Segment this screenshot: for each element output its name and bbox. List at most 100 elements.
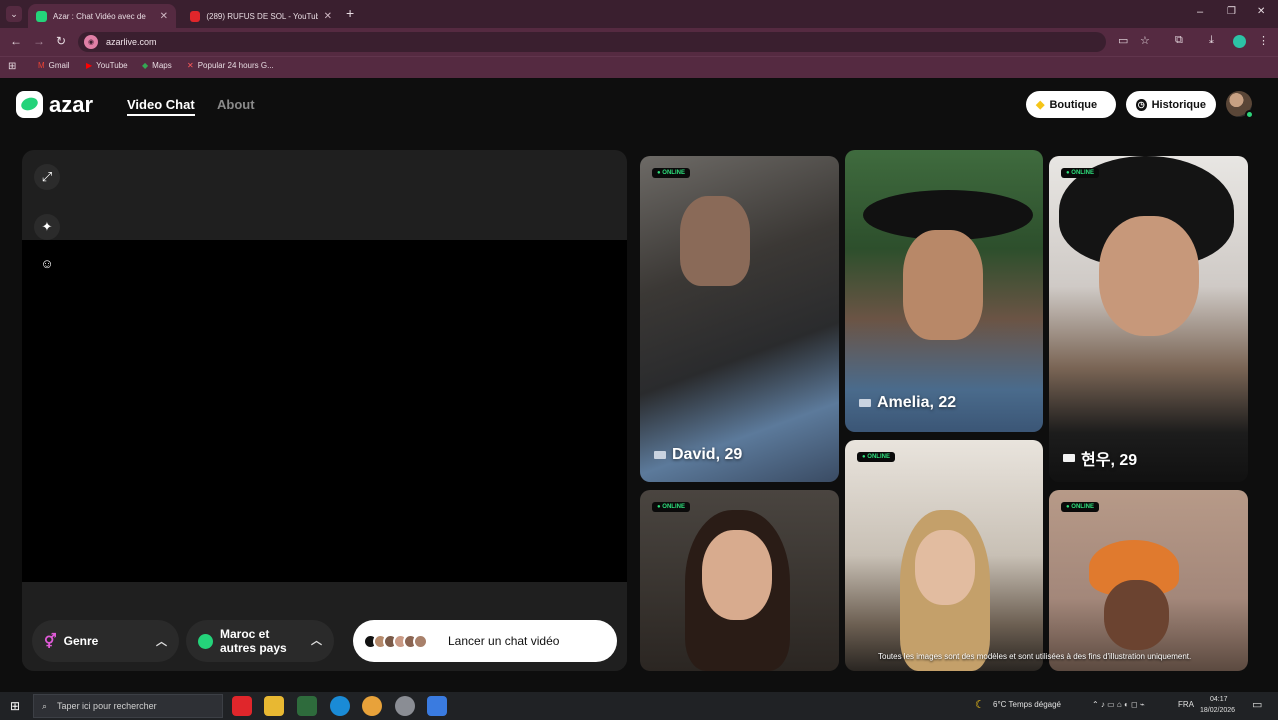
bookmark-label: Maps xyxy=(152,61,172,70)
chevron-up-icon: ︿ xyxy=(156,636,167,648)
genre-label: Genre xyxy=(63,634,99,648)
azar-logo[interactable]: azar xyxy=(16,91,93,118)
gmail-icon: M xyxy=(38,61,45,70)
profile-name: 현우, 29 xyxy=(1063,446,1137,470)
face-shape xyxy=(1104,580,1169,650)
nav-video-chat[interactable]: Video Chat xyxy=(127,97,195,116)
bookmark-label: Popular 24 hours G... xyxy=(197,61,274,70)
genre-filter-button[interactable]: ⚥ Genre ︿ xyxy=(32,620,179,662)
person-silhouette xyxy=(1099,216,1199,336)
globe-icon xyxy=(198,633,213,649)
nav-about[interactable]: About xyxy=(217,97,255,112)
logo-text: azar xyxy=(49,91,94,117)
close-tab-icon[interactable]: ✕ xyxy=(324,11,332,22)
app-icon[interactable] xyxy=(395,696,415,716)
profile-name-text: Amelia, 22 xyxy=(877,394,957,411)
start-video-chat-button[interactable]: Lancer un chat vidéo xyxy=(353,620,617,662)
tab-youtube[interactable]: (289) RUFUS DE SOL - YouTube ✕ xyxy=(182,4,340,28)
popular-icon: ✕ xyxy=(187,61,194,70)
windows-start-icon[interactable]: ⊞ xyxy=(10,699,20,713)
chevron-up-icon: ︿ xyxy=(311,635,322,647)
edge-browser-icon[interactable] xyxy=(330,696,350,716)
clock-icon: ◷ xyxy=(1136,98,1147,111)
download-icon[interactable]: ⤓ xyxy=(1209,34,1214,47)
profile-card-4: ● ONLINE xyxy=(640,490,839,671)
app-icon[interactable] xyxy=(427,696,447,716)
address-bar[interactable]: ◉ azarlive.com xyxy=(78,32,1106,52)
profile-icon[interactable] xyxy=(1233,35,1246,48)
local-video-area xyxy=(22,240,627,582)
close-window-button[interactable]: ✕ xyxy=(1257,6,1265,17)
kr-flag-icon xyxy=(1063,454,1075,462)
bookmark-popular[interactable]: ✕ Popular 24 hours G... xyxy=(187,61,274,70)
online-badge: ● ONLINE xyxy=(652,502,690,512)
notification-icon[interactable]: ▭ xyxy=(1252,698,1262,711)
bookmark-youtube[interactable]: ▶ YouTube xyxy=(86,61,128,70)
profile-name-text: 현우, 29 xyxy=(1081,452,1138,469)
cast-icon[interactable]: ▭ xyxy=(1118,34,1128,47)
face-filter-icon[interactable]: ☺ xyxy=(34,250,60,276)
language-indicator[interactable]: FRA xyxy=(1178,700,1194,709)
expand-icon[interactable]: ⤢ xyxy=(34,164,60,190)
face-avatar-icon xyxy=(413,633,428,649)
bookmark-gmail[interactable]: M Gmail xyxy=(38,61,70,70)
online-badge-text: ONLINE xyxy=(1071,170,1094,176)
youtube-app-icon[interactable] xyxy=(232,696,252,716)
disclaimer-text: Toutes les images sont des modèles et so… xyxy=(878,652,1192,661)
us-flag-icon xyxy=(859,399,871,407)
magic-wand-icon[interactable]: ✦ xyxy=(34,214,60,240)
new-tab-button[interactable]: + xyxy=(346,5,354,21)
bookmark-star-icon[interactable]: ☆ xyxy=(1140,34,1150,47)
forward-icon[interactable]: → xyxy=(33,34,45,48)
tab-search-icon[interactable]: ⌄ xyxy=(6,6,22,22)
clock-date[interactable]: 18/02/2026 xyxy=(1200,707,1235,714)
historique-label: Historique xyxy=(1151,98,1206,111)
tab-title: (289) RUFUS DE SOL - YouTube xyxy=(206,11,318,21)
online-dot-icon xyxy=(1245,110,1254,119)
online-badge: ● ONLINE xyxy=(1061,502,1099,512)
chrome-browser-icon[interactable] xyxy=(362,696,382,716)
maps-icon: ◆ xyxy=(142,61,149,70)
face-shape xyxy=(702,530,772,620)
online-badge-text: ONLINE xyxy=(662,170,685,176)
tab-azar[interactable]: Azar : Chat Vidéo avec de ✕ xyxy=(28,4,176,28)
person-silhouette xyxy=(680,196,750,286)
start-video-chat-label: Lancer un chat vidéo xyxy=(448,634,560,648)
country-filter-button[interactable]: Maroc et autres pays ︿ xyxy=(186,620,334,662)
user-avatar[interactable] xyxy=(1226,91,1254,119)
online-badge: ● ONLINE xyxy=(652,168,690,178)
reload-icon[interactable]: ↻ xyxy=(56,34,66,48)
minimize-button[interactable]: – xyxy=(1197,6,1203,18)
profile-name: David, 29 xyxy=(654,446,742,464)
weather-icon: ☾ xyxy=(975,699,985,711)
site-info-icon[interactable]: ◉ xyxy=(84,35,98,49)
apps-icon[interactable]: ⊞ xyxy=(8,61,16,72)
taskbar-search[interactable]: ⌕ Taper ici pour rechercher xyxy=(33,694,223,718)
url-text: azarlive.com xyxy=(106,37,157,47)
clock-time[interactable]: 04:17 xyxy=(1210,696,1228,703)
profile-name: Amelia, 22 xyxy=(859,394,956,412)
profile-card-david: ● ONLINE David, 29 xyxy=(640,156,839,482)
genre-icon: ⚥ xyxy=(44,632,57,649)
restore-button[interactable]: ❐ xyxy=(1227,6,1236,17)
online-badge-text: ONLINE xyxy=(867,454,890,460)
close-tab-icon[interactable]: ✕ xyxy=(160,11,168,22)
bookmark-maps[interactable]: ◆ Maps xyxy=(142,61,172,70)
menu-icon[interactable]: ⋮ xyxy=(1258,34,1269,47)
windows-taskbar: ⊞ ⌕ Taper ici pour rechercher ☾ 6°C Temp… xyxy=(0,692,1278,720)
historique-button[interactable]: ◷ Historique xyxy=(1126,91,1216,118)
tray-icons[interactable]: ⌃ ♪ ▭ ⌂ ◐ ◻ ⌁ xyxy=(1092,700,1145,709)
file-explorer-icon[interactable] xyxy=(264,696,284,716)
terminal-app-icon[interactable] xyxy=(297,696,317,716)
country-label-line2: autres pays xyxy=(220,641,287,655)
video-panel: ⤢ ✦ ☺ ⚥ Genre ︿ Maroc et autres pays ︿ L… xyxy=(22,150,627,671)
faces-stack xyxy=(363,633,428,649)
boutique-button[interactable]: ◆ Boutique xyxy=(1026,91,1116,118)
bookmark-label: YouTube xyxy=(96,61,128,70)
back-icon[interactable]: ← xyxy=(10,34,22,48)
browser-tab-bar: ⌄ Azar : Chat Vidéo avec de ✕ (289) RUFU… xyxy=(0,0,1278,28)
controls-bar: ⚥ Genre ︿ Maroc et autres pays ︿ Lancer … xyxy=(22,582,627,671)
extensions-icon[interactable]: ⧉ xyxy=(1175,34,1183,47)
weather-text[interactable]: 6°C Temps dégagé xyxy=(993,700,1061,709)
taskbar-search-placeholder: Taper ici pour rechercher xyxy=(57,701,157,711)
